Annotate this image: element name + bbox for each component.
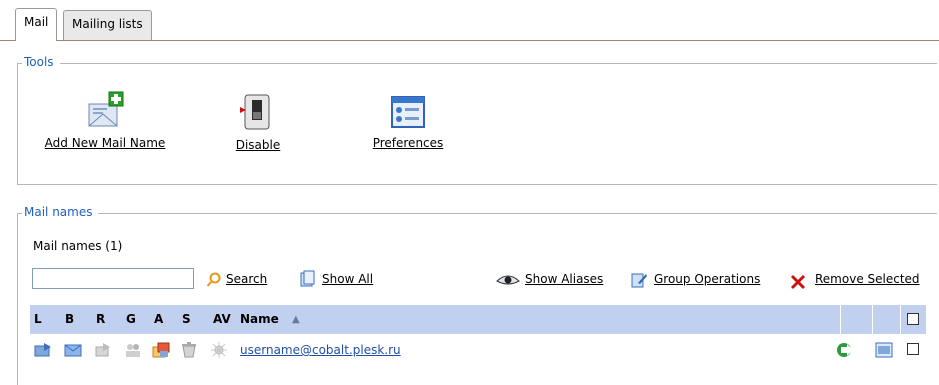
header-divider	[840, 305, 841, 334]
col-s[interactable]: S	[182, 312, 191, 326]
show-all-icon	[300, 270, 315, 287]
tab-divider	[0, 40, 939, 41]
search-button[interactable]: Search	[226, 272, 267, 286]
search-input[interactable]	[32, 268, 194, 289]
antivirus-icon[interactable]	[210, 341, 228, 359]
remove-icon	[790, 274, 806, 290]
group-icon[interactable]	[124, 342, 142, 358]
add-mail-name-tool[interactable]: Add New Mail Name	[40, 90, 170, 150]
disable-tool[interactable]: Disable	[218, 92, 298, 152]
header-divider	[872, 305, 873, 334]
disable-switch-icon	[240, 94, 270, 130]
disable-label: Disable	[235, 138, 281, 152]
remove-selected-button[interactable]: Remove Selected	[815, 272, 920, 286]
mail-names-legend: Mail names	[22, 205, 99, 219]
col-a[interactable]: A	[154, 312, 163, 326]
header-divider	[900, 305, 901, 334]
tab-mail-label: Mail	[24, 15, 49, 29]
sort-ascending-icon: ▲	[292, 314, 300, 325]
preferences-icon	[391, 96, 425, 128]
table-row: username@cobalt.plesk.ru	[30, 336, 926, 364]
tab-mailing-lists-label: Mailing lists	[72, 17, 143, 31]
col-r[interactable]: R	[96, 312, 105, 326]
col-name[interactable]: Name	[240, 312, 279, 326]
add-mail-name-label: Add New Mail Name	[44, 136, 166, 150]
tab-mail[interactable]: Mail	[15, 8, 58, 41]
tab-mailing-lists[interactable]: Mailing lists	[63, 10, 152, 41]
col-av[interactable]: AV	[213, 312, 231, 326]
mail-names-count: Mail names (1)	[33, 239, 123, 253]
mailbox-icon[interactable]	[34, 342, 52, 358]
autoresponder-icon[interactable]	[152, 341, 170, 359]
preferences-label: Preferences	[372, 136, 444, 150]
show-aliases-button[interactable]: Show Aliases	[525, 272, 603, 286]
envelope-icon[interactable]	[64, 343, 82, 357]
login-arrow-icon[interactable]	[836, 341, 856, 359]
mail-name-link[interactable]: username@cobalt.plesk.ru	[240, 343, 401, 357]
group-operations-button[interactable]: Group Operations	[654, 272, 760, 286]
group-operations-icon	[631, 273, 647, 288]
tools-legend: Tools	[22, 55, 60, 69]
search-icon	[206, 272, 221, 287]
tab-bar: Mail Mailing lists	[0, 0, 939, 41]
row-checkbox[interactable]	[907, 343, 919, 355]
show-all-button[interactable]: Show All	[322, 272, 373, 286]
spam-filter-icon[interactable]	[180, 341, 198, 359]
preferences-tool[interactable]: Preferences	[358, 94, 458, 150]
table-header: L B R G A S AV Name ▲	[30, 305, 926, 334]
col-b[interactable]: B	[65, 312, 74, 326]
select-all-checkbox[interactable]	[907, 313, 919, 325]
add-mail-name-icon	[88, 91, 124, 127]
redirect-icon[interactable]	[94, 342, 112, 358]
col-g[interactable]: G	[126, 312, 136, 326]
webmail-icon[interactable]	[875, 341, 893, 359]
eye-icon	[496, 275, 520, 285]
col-l[interactable]: L	[34, 312, 42, 326]
